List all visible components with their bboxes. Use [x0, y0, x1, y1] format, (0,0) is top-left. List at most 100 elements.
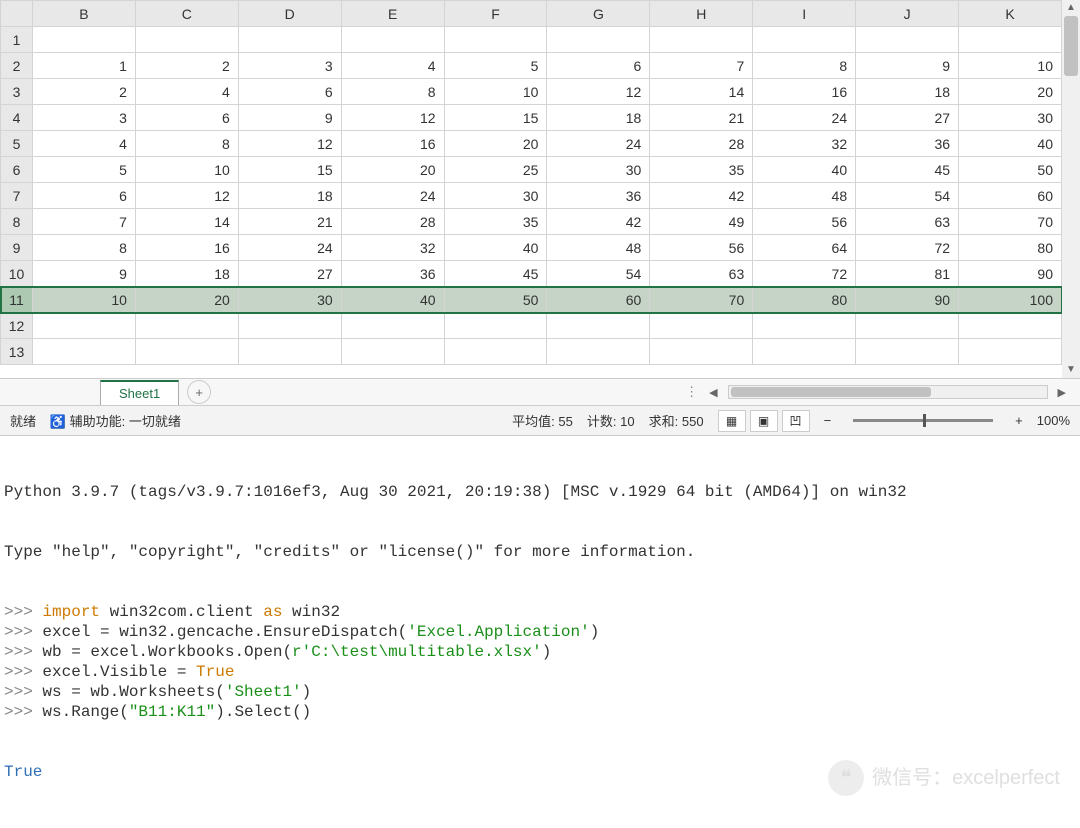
column-header-K[interactable]: K: [959, 1, 1062, 27]
cell-J7[interactable]: 54: [856, 183, 959, 209]
cell-G9[interactable]: 48: [547, 235, 650, 261]
cell-K11[interactable]: 100: [959, 287, 1062, 313]
cell-I7[interactable]: 48: [753, 183, 856, 209]
cell-C6[interactable]: 10: [135, 157, 238, 183]
cell-D5[interactable]: 12: [238, 131, 341, 157]
cell-K12[interactable]: [959, 313, 1062, 339]
cell-J1[interactable]: [856, 27, 959, 53]
row-3[interactable]: 32468101214161820: [1, 79, 1062, 105]
row-header-8[interactable]: 8: [1, 209, 33, 235]
row-header-9[interactable]: 9: [1, 235, 33, 261]
cell-G13[interactable]: [547, 339, 650, 365]
cell-H8[interactable]: 49: [650, 209, 753, 235]
zoom-slider[interactable]: [853, 419, 993, 422]
cell-H3[interactable]: 14: [650, 79, 753, 105]
cell-J12[interactable]: [856, 313, 959, 339]
cell-E4[interactable]: 12: [341, 105, 444, 131]
column-header-D[interactable]: D: [238, 1, 341, 27]
cell-K10[interactable]: 90: [959, 261, 1062, 287]
cell-F13[interactable]: [444, 339, 547, 365]
cell-D7[interactable]: 18: [238, 183, 341, 209]
cell-I8[interactable]: 56: [753, 209, 856, 235]
cell-G1[interactable]: [547, 27, 650, 53]
cell-E3[interactable]: 8: [341, 79, 444, 105]
cell-B11[interactable]: 10: [33, 287, 136, 313]
cell-H9[interactable]: 56: [650, 235, 753, 261]
cell-I5[interactable]: 32: [753, 131, 856, 157]
cell-H6[interactable]: 35: [650, 157, 753, 183]
scroll-down-arrow[interactable]: ▼: [1062, 362, 1080, 378]
cell-F10[interactable]: 45: [444, 261, 547, 287]
scroll-right-arrow[interactable]: ▶: [1054, 386, 1070, 399]
cell-D10[interactable]: 27: [238, 261, 341, 287]
column-header-G[interactable]: G: [547, 1, 650, 27]
select-all-corner[interactable]: [1, 1, 33, 27]
scroll-up-arrow[interactable]: ▲: [1062, 0, 1080, 16]
column-header-F[interactable]: F: [444, 1, 547, 27]
cell-E8[interactable]: 28: [341, 209, 444, 235]
column-header-C[interactable]: C: [135, 1, 238, 27]
zoom-in-button[interactable]: +: [1015, 413, 1023, 428]
cell-K2[interactable]: 10: [959, 53, 1062, 79]
cell-C2[interactable]: 2: [135, 53, 238, 79]
cell-K1[interactable]: [959, 27, 1062, 53]
zoom-out-button[interactable]: −: [824, 413, 832, 428]
cell-F4[interactable]: 15: [444, 105, 547, 131]
hscroll-thumb[interactable]: [731, 387, 931, 397]
scroll-left-arrow[interactable]: ◀: [705, 386, 721, 399]
cell-F5[interactable]: 20: [444, 131, 547, 157]
cell-D12[interactable]: [238, 313, 341, 339]
cell-D3[interactable]: 6: [238, 79, 341, 105]
column-header-J[interactable]: J: [856, 1, 959, 27]
cell-G5[interactable]: 24: [547, 131, 650, 157]
cell-B8[interactable]: 7: [33, 209, 136, 235]
cell-G4[interactable]: 18: [547, 105, 650, 131]
cell-I3[interactable]: 16: [753, 79, 856, 105]
row-header-6[interactable]: 6: [1, 157, 33, 183]
cell-D1[interactable]: [238, 27, 341, 53]
cell-J5[interactable]: 36: [856, 131, 959, 157]
cell-I4[interactable]: 24: [753, 105, 856, 131]
row-2[interactable]: 212345678910: [1, 53, 1062, 79]
cell-D9[interactable]: 24: [238, 235, 341, 261]
cell-B13[interactable]: [33, 339, 136, 365]
cell-E5[interactable]: 16: [341, 131, 444, 157]
cell-H2[interactable]: 7: [650, 53, 753, 79]
python-console[interactable]: Python 3.9.7 (tags/v3.9.7:1016ef3, Aug 3…: [0, 436, 1080, 828]
zoom-level[interactable]: 100%: [1037, 413, 1070, 428]
column-header-E[interactable]: E: [341, 1, 444, 27]
cell-K6[interactable]: 50: [959, 157, 1062, 183]
cell-F1[interactable]: [444, 27, 547, 53]
cell-J13[interactable]: [856, 339, 959, 365]
cell-E11[interactable]: 40: [341, 287, 444, 313]
horizontal-scrollbar[interactable]: [728, 385, 1048, 399]
cell-K4[interactable]: 30: [959, 105, 1062, 131]
cell-J11[interactable]: 90: [856, 287, 959, 313]
cell-C13[interactable]: [135, 339, 238, 365]
cell-G11[interactable]: 60: [547, 287, 650, 313]
cell-B1[interactable]: [33, 27, 136, 53]
row-13[interactable]: 13: [1, 339, 1062, 365]
cell-E1[interactable]: [341, 27, 444, 53]
cell-C12[interactable]: [135, 313, 238, 339]
cell-D13[interactable]: [238, 339, 341, 365]
cell-G12[interactable]: [547, 313, 650, 339]
cell-K3[interactable]: 20: [959, 79, 1062, 105]
cell-G6[interactable]: 30: [547, 157, 650, 183]
cell-I10[interactable]: 72: [753, 261, 856, 287]
column-header-B[interactable]: B: [33, 1, 136, 27]
cell-F12[interactable]: [444, 313, 547, 339]
cell-I13[interactable]: [753, 339, 856, 365]
cell-B5[interactable]: 4: [33, 131, 136, 157]
cell-E6[interactable]: 20: [341, 157, 444, 183]
cell-I9[interactable]: 64: [753, 235, 856, 261]
cell-H10[interactable]: 63: [650, 261, 753, 287]
cell-D2[interactable]: 3: [238, 53, 341, 79]
cell-C9[interactable]: 16: [135, 235, 238, 261]
cell-K8[interactable]: 70: [959, 209, 1062, 235]
cell-B9[interactable]: 8: [33, 235, 136, 261]
cell-B6[interactable]: 5: [33, 157, 136, 183]
cell-H11[interactable]: 70: [650, 287, 753, 313]
cell-H12[interactable]: [650, 313, 753, 339]
cell-K5[interactable]: 40: [959, 131, 1062, 157]
